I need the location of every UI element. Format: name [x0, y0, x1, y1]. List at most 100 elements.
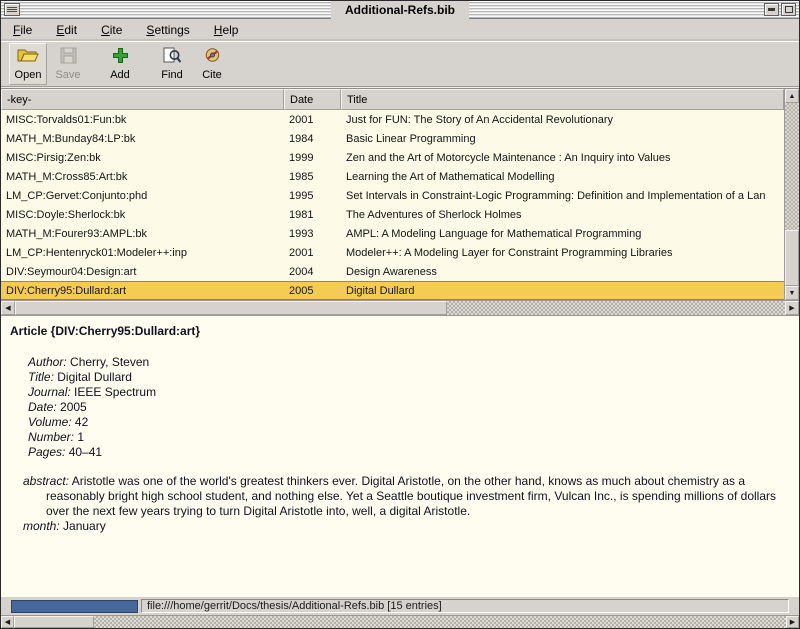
scroll-right-button[interactable]: ▶	[785, 301, 799, 315]
bottom-horizontal-scrollbar[interactable]: ◀ ▶	[1, 615, 799, 628]
add-button-label: Add	[110, 69, 130, 81]
title-cell: Just for FUN: The Story of An Accidental…	[341, 114, 784, 126]
table-row[interactable]: MATH_M:Bunday84:LP:bk 1984 Basic Linear …	[1, 129, 784, 148]
cite-button[interactable]: Cite	[193, 43, 231, 85]
field-value: January	[63, 519, 106, 533]
field-title: Title: Digital Dullard	[1, 370, 799, 385]
menu-edit[interactable]: Edit	[56, 23, 77, 37]
table-horizontal-scrollbar[interactable]: ◀ ▶	[1, 300, 799, 315]
scroll-up-button[interactable]: ▲	[785, 89, 799, 103]
left-arrow-icon: ◀	[5, 619, 10, 626]
title-cell: Modeler++: A Modeling Layer for Constrai…	[341, 247, 784, 259]
open-button-label: Open	[15, 69, 42, 81]
field-value: 40–41	[69, 445, 102, 459]
date-cell: 2001	[284, 247, 341, 259]
field-value: 42	[75, 415, 88, 429]
column-header-date[interactable]: Date	[284, 89, 341, 110]
titlebar[interactable]: Additional-Refs.bib	[1, 1, 799, 19]
date-cell: 1981	[284, 209, 341, 221]
table-row[interactable]: DIV:Seymour04:Design:art 2004 Design Awa…	[1, 262, 784, 281]
field-pages: Pages: 40–41	[1, 445, 799, 460]
field-label: Pages:	[28, 445, 65, 459]
scroll-left-button[interactable]: ◀	[1, 301, 15, 315]
vertical-scrollbar[interactable]: ▲ ▼	[784, 89, 799, 300]
minimize-icon	[768, 8, 775, 11]
table-row[interactable]: MISC:Torvalds01:Fun:bk 2001 Just for FUN…	[1, 110, 784, 129]
minimize-button[interactable]	[764, 3, 779, 16]
right-arrow-icon: ▶	[790, 619, 795, 626]
vertical-scrollbar-trough[interactable]	[785, 103, 799, 286]
key-cell: MATH_M:Cross85:Art:bk	[1, 171, 284, 183]
scroll-right-button[interactable]: ▶	[786, 616, 799, 628]
left-arrow-icon: ◀	[5, 305, 10, 312]
field-value: Digital Dullard	[57, 370, 132, 384]
title-cell: Learning the Art of Mathematical Modelli…	[341, 171, 784, 183]
scroll-down-button[interactable]: ▼	[785, 286, 799, 300]
menu-help[interactable]: Help	[214, 23, 239, 37]
table-body: MISC:Torvalds01:Fun:bk 2001 Just for FUN…	[1, 110, 784, 300]
add-button[interactable]: Add	[101, 43, 139, 85]
field-date: Date: 2005	[1, 400, 799, 415]
progress-indicator	[11, 600, 138, 613]
maximize-icon	[785, 6, 793, 13]
table-row[interactable]: MATH_M:Fourer93:AMPL:bk 1993 AMPL: A Mod…	[1, 224, 784, 243]
field-author: Author: Cherry, Steven	[1, 355, 799, 370]
title-cell: Basic Linear Programming	[341, 133, 784, 145]
field-value: 2005	[60, 400, 87, 414]
table-row[interactable]: MISC:Pirsig:Zen:bk 1999 Zen and the Art …	[1, 148, 784, 167]
abstract-text: Aristotle was one of the world's greates…	[46, 474, 776, 518]
field-label: abstract:	[23, 474, 69, 488]
add-plus-icon	[112, 47, 129, 67]
key-cell: DIV:Cherry95:Dullard:art	[1, 285, 284, 297]
field-journal: Journal: IEEE Spectrum	[1, 385, 799, 400]
key-cell: MISC:Torvalds01:Fun:bk	[1, 114, 284, 126]
title-cell: The Adventures of Sherlock Holmes	[341, 209, 784, 221]
date-cell: 2001	[284, 114, 341, 126]
date-cell: 1985	[284, 171, 341, 183]
horizontal-scrollbar-thumb[interactable]	[15, 301, 447, 315]
window-title: Additional-Refs.bib	[331, 1, 469, 19]
field-label: Number:	[28, 430, 74, 444]
bottom-scrollbar-trough[interactable]	[94, 616, 786, 628]
cite-stamp-icon	[203, 47, 222, 67]
vertical-scrollbar-thumb[interactable]	[785, 230, 799, 286]
app-window: Additional-Refs.bib File Edit Cite Setti…	[0, 0, 800, 629]
date-cell: 1999	[284, 152, 341, 164]
table-row[interactable]: LM_CP:Hentenryck01:Modeler++:inp 2001 Mo…	[1, 243, 784, 262]
save-button[interactable]: Save	[49, 43, 87, 85]
find-button[interactable]: Find	[153, 43, 191, 85]
open-button[interactable]: Open	[9, 43, 47, 85]
toolbar: Open Save Add Find Cite	[1, 42, 799, 88]
field-value: Cherry, Steven	[70, 355, 149, 369]
key-cell: MISC:Pirsig:Zen:bk	[1, 152, 284, 164]
field-month: month: January	[1, 519, 799, 534]
table-row[interactable]: MATH_M:Cross85:Art:bk 1985 Learning the …	[1, 167, 784, 186]
field-label: Author:	[28, 355, 67, 369]
cite-button-label: Cite	[202, 69, 222, 81]
menu-cite[interactable]: Cite	[101, 23, 122, 37]
key-cell: LM_CP:Hentenryck01:Modeler++:inp	[1, 247, 284, 259]
find-button-label: Find	[161, 69, 182, 81]
date-cell: 2005	[284, 285, 341, 297]
menu-file[interactable]: File	[13, 23, 32, 37]
column-header-title[interactable]: Title	[341, 89, 784, 110]
entry-detail-pane: Article {DIV:Cherry95:Dullard:art} Autho…	[1, 315, 799, 597]
field-abstract: abstract: Aristotle was one of the world…	[1, 474, 799, 519]
table-header: -key- Date Title	[1, 89, 784, 110]
date-cell: 1993	[284, 228, 341, 240]
table-row-selected[interactable]: DIV:Cherry95:Dullard:art 2005 Digital Du…	[1, 281, 784, 300]
statusbar: file:///home/gerrit/Docs/thesis/Addition…	[1, 597, 799, 615]
table-row[interactable]: MISC:Doyle:Sherlock:bk 1981 The Adventur…	[1, 205, 784, 224]
scroll-left-button[interactable]: ◀	[1, 616, 14, 628]
status-file-path: file:///home/gerrit/Docs/thesis/Addition…	[141, 599, 789, 613]
date-cell: 1995	[284, 190, 341, 202]
bottom-scrollbar-thumb[interactable]	[14, 616, 94, 628]
maximize-button[interactable]	[781, 3, 796, 16]
window-menu-icon[interactable]	[4, 3, 20, 16]
horizontal-scrollbar-trough[interactable]	[447, 301, 785, 315]
save-button-label: Save	[55, 69, 80, 81]
field-label: Volume:	[28, 415, 72, 429]
table-row[interactable]: LM_CP:Gervet:Conjunto:phd 1995 Set Inter…	[1, 186, 784, 205]
menu-settings[interactable]: Settings	[146, 23, 189, 37]
column-header-key[interactable]: -key-	[1, 89, 284, 110]
